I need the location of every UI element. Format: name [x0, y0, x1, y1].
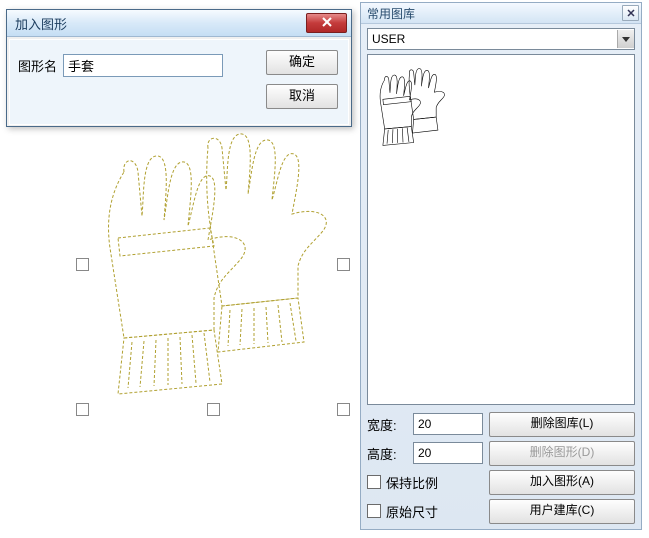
- add-shape-button[interactable]: 加入图形(A): [489, 470, 635, 495]
- checkbox-icon: [367, 475, 381, 489]
- chevron-down-icon: [617, 30, 634, 48]
- library-select-value: USER: [372, 32, 405, 46]
- library-panel-header[interactable]: 常用图库: [361, 3, 641, 24]
- resize-handle-sw[interactable]: [76, 403, 89, 416]
- close-icon: [322, 16, 332, 30]
- shape-name-input[interactable]: [63, 54, 223, 77]
- ok-button[interactable]: 确定: [266, 50, 338, 75]
- dialog-titlebar[interactable]: 加入图形: [7, 10, 351, 37]
- height-label: 高度:: [367, 444, 407, 463]
- dialog-title: 加入图形: [15, 14, 67, 33]
- close-icon: [627, 6, 635, 20]
- width-label: 宽度:: [367, 415, 407, 434]
- library-panel-title: 常用图库: [367, 5, 415, 22]
- glove-artwork: [88, 128, 338, 400]
- selection-box[interactable]: [82, 118, 344, 410]
- delete-shape-button: 删除图形(D): [489, 441, 635, 466]
- original-size-label: 原始尺寸: [386, 502, 438, 521]
- close-button[interactable]: [306, 13, 347, 33]
- resize-handle-w[interactable]: [76, 258, 89, 271]
- resize-handle-e[interactable]: [337, 258, 350, 271]
- add-shape-dialog: 加入图形 图形名 确定 取消: [6, 9, 352, 127]
- shape-name-label: 图形名: [18, 56, 57, 75]
- original-size-checkbox[interactable]: 原始尺寸: [367, 502, 483, 521]
- library-item-glove[interactable]: [372, 59, 450, 155]
- cancel-button[interactable]: 取消: [266, 84, 338, 109]
- library-preview[interactable]: [367, 54, 635, 405]
- library-panel: 常用图库 USER 宽度:: [360, 2, 642, 530]
- resize-handle-s[interactable]: [207, 403, 220, 416]
- checkbox-icon: [367, 504, 381, 518]
- library-select[interactable]: USER: [367, 28, 635, 50]
- height-input[interactable]: [413, 442, 483, 464]
- delete-library-button[interactable]: 删除图库(L): [489, 412, 635, 437]
- width-input[interactable]: [413, 413, 483, 435]
- resize-handle-se[interactable]: [337, 403, 350, 416]
- dialog-client: 图形名 确定 取消: [9, 39, 349, 125]
- keep-ratio-checkbox[interactable]: 保持比例: [367, 473, 483, 492]
- keep-ratio-label: 保持比例: [386, 473, 438, 492]
- panel-close-button[interactable]: [622, 5, 639, 21]
- create-library-button[interactable]: 用户建库(C): [489, 499, 635, 524]
